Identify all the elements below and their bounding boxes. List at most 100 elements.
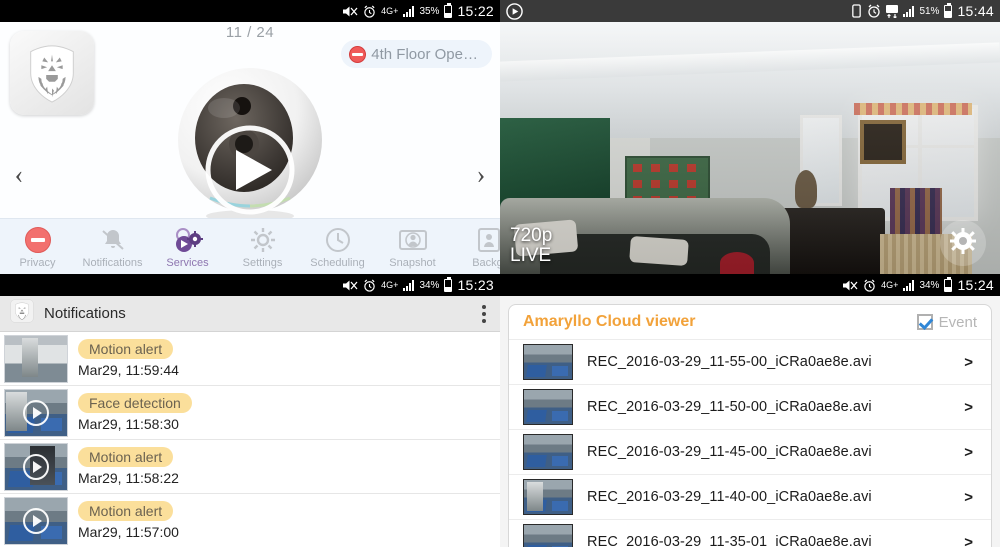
status-badge: Face detection (78, 393, 192, 413)
gear-icon (949, 227, 977, 260)
amaryllo-tiger-logo (10, 299, 34, 328)
status-badge: Motion alert (78, 339, 174, 359)
notification-info: Motion alert Mar29, 11:57:00 (78, 501, 179, 540)
toolbar-item-notifications[interactable]: Notifications (75, 225, 150, 269)
clock-device: 15:22 (457, 3, 494, 19)
list-item[interactable]: Motion alert Mar29, 11:58:22 (0, 440, 500, 494)
notification-time: Mar29, 11:57:00 (78, 524, 179, 540)
battery-icon (444, 276, 453, 292)
video-quality-label: 720p (510, 225, 553, 247)
chevron-right-icon[interactable]: > (964, 534, 985, 547)
device-body: 11 / 24 4th Floor Ope… ‹ › Privacy Notif… (0, 22, 500, 274)
battery-percent-device: 35% (419, 5, 440, 17)
notification-time: Mar29, 11:58:22 (78, 470, 179, 486)
chevron-right-icon[interactable]: > (964, 444, 985, 461)
toolbar-label: Scheduling (310, 256, 365, 269)
play-icon (23, 453, 49, 480)
table-row[interactable]: REC_2016-03-29_11-40-00_iCRa0ae8e.avi > (509, 474, 991, 519)
toolbar-item-privacy[interactable]: Privacy (0, 225, 75, 269)
signal-icon (403, 5, 415, 17)
checkbox-icon (916, 314, 933, 330)
live-video-stream[interactable]: 720p LIVE (500, 22, 1000, 274)
toolbar-label: Notifications (82, 256, 143, 269)
clock-live: 15:44 (957, 3, 994, 19)
battery-percent-notifications: 34% (419, 279, 440, 291)
toolbar-item-settings[interactable]: Settings (225, 225, 300, 269)
toolbar-item-background[interactable]: Backg (450, 225, 500, 269)
cloud-viewer-card: Amaryllo Cloud viewer Event REC_2016-03-… (508, 304, 992, 547)
notification-info: Motion alert Mar29, 11:58:22 (78, 447, 179, 486)
video-overlay-labels: 720p LIVE (510, 226, 552, 266)
toolbar-item-scheduling[interactable]: Scheduling (300, 225, 375, 269)
toolbar-label: Privacy (19, 256, 56, 269)
status-bar-notifications: 4G+ 34% 15:23 (0, 274, 500, 296)
play-circle-icon (506, 2, 523, 20)
toolbar-label: Backg (472, 256, 500, 269)
battery-icon (444, 2, 453, 18)
services-icon (150, 225, 225, 255)
file-thumbnail (523, 434, 573, 470)
signal-icon (403, 279, 415, 291)
alarm-icon (863, 279, 876, 292)
file-name: REC_2016-03-29_11-55-00_iCRa0ae8e.avi (587, 354, 872, 370)
clock-cloud: 15:24 (957, 277, 994, 293)
toolbar-label: Settings (242, 256, 283, 269)
battery-icon (944, 276, 953, 292)
more-vertical-icon[interactable] (482, 304, 490, 323)
table-row[interactable]: REC_2016-03-29_11-55-00_iCRa0ae8e.avi > (509, 339, 991, 384)
no-entry-icon (349, 45, 367, 63)
network-type-icon: 4G+ (381, 279, 399, 290)
background-icon (450, 225, 500, 255)
alarm-icon (867, 4, 881, 18)
zone-badge[interactable]: 4th Floor Ope… (341, 40, 492, 68)
page-title: Notifications (44, 305, 126, 322)
mute-icon (342, 279, 358, 292)
video-settings-button[interactable] (940, 220, 986, 266)
play-icon (23, 507, 49, 534)
battery-icon (944, 2, 953, 18)
amaryllo-tiger-logo (10, 31, 94, 115)
camera-person-icon (375, 225, 450, 255)
bell-off-icon (75, 225, 150, 255)
notification-info: Face detection Mar29, 11:58:30 (78, 393, 192, 432)
notifications-list[interactable]: Motion alert Mar29, 11:59:44 Face detect… (0, 332, 500, 547)
prev-device-button[interactable]: ‹ (4, 157, 34, 193)
zone-badge-label: 4th Floor Ope… (371, 45, 478, 63)
battery-percent-cloud: 34% (919, 279, 940, 291)
screenshot-grid: 4G+ 35% 15:22 11 / 24 4th Floor Ope… ‹ ›… (0, 0, 1000, 547)
room-scene (500, 22, 1000, 274)
chevron-right-icon[interactable]: > (964, 354, 985, 371)
table-row[interactable]: REC_2016-03-29_11-45-00_iCRa0ae8e.avi > (509, 429, 991, 474)
mute-icon (842, 279, 858, 292)
video-state-label: LIVE (510, 245, 552, 267)
table-row[interactable]: REC_2016-03-29_11-35-01_iCRa0ae8e.avi > (509, 519, 991, 547)
toolbar-label: Services (166, 256, 209, 269)
list-item[interactable]: Face detection Mar29, 11:58:30 (0, 386, 500, 440)
chevron-right-icon[interactable]: > (964, 399, 985, 416)
device-panel: 4G+ 35% 15:22 11 / 24 4th Floor Ope… ‹ ›… (0, 0, 500, 274)
list-item[interactable]: Motion alert Mar29, 11:59:44 (0, 332, 500, 386)
network-type-icon: 4G+ (881, 279, 899, 290)
notification-info: Motion alert Mar29, 11:59:44 (78, 339, 179, 378)
list-item[interactable]: Motion alert Mar29, 11:57:00 (0, 494, 500, 547)
toolbar-item-services[interactable]: Services (150, 225, 225, 269)
event-filter-checkbox[interactable]: Event (916, 314, 977, 331)
camera-device-image[interactable] (164, 64, 336, 224)
file-name: REC_2016-03-29_11-45-00_iCRa0ae8e.avi (587, 444, 872, 460)
chevron-right-icon[interactable]: > (964, 489, 985, 506)
network-type-icon: 4G+ (381, 5, 399, 16)
clock-icon (300, 225, 375, 255)
table-row[interactable]: REC_2016-03-29_11-50-00_iCRa0ae8e.avi > (509, 384, 991, 429)
file-thumbnail (523, 344, 573, 380)
file-thumbnail (523, 389, 573, 425)
next-device-button[interactable]: › (466, 157, 496, 193)
notification-thumbnail (4, 496, 68, 545)
notifications-header: Notifications (0, 296, 500, 332)
cloud-viewer-header: Amaryllo Cloud viewer Event (509, 305, 991, 339)
status-badge: Motion alert (78, 447, 174, 467)
notification-thumbnail (4, 442, 68, 491)
signal-icon (903, 279, 915, 291)
toolbar-item-snapshot[interactable]: Snapshot (375, 225, 450, 269)
file-name: REC_2016-03-29_11-40-00_iCRa0ae8e.avi (587, 489, 872, 505)
alarm-icon (363, 5, 376, 18)
